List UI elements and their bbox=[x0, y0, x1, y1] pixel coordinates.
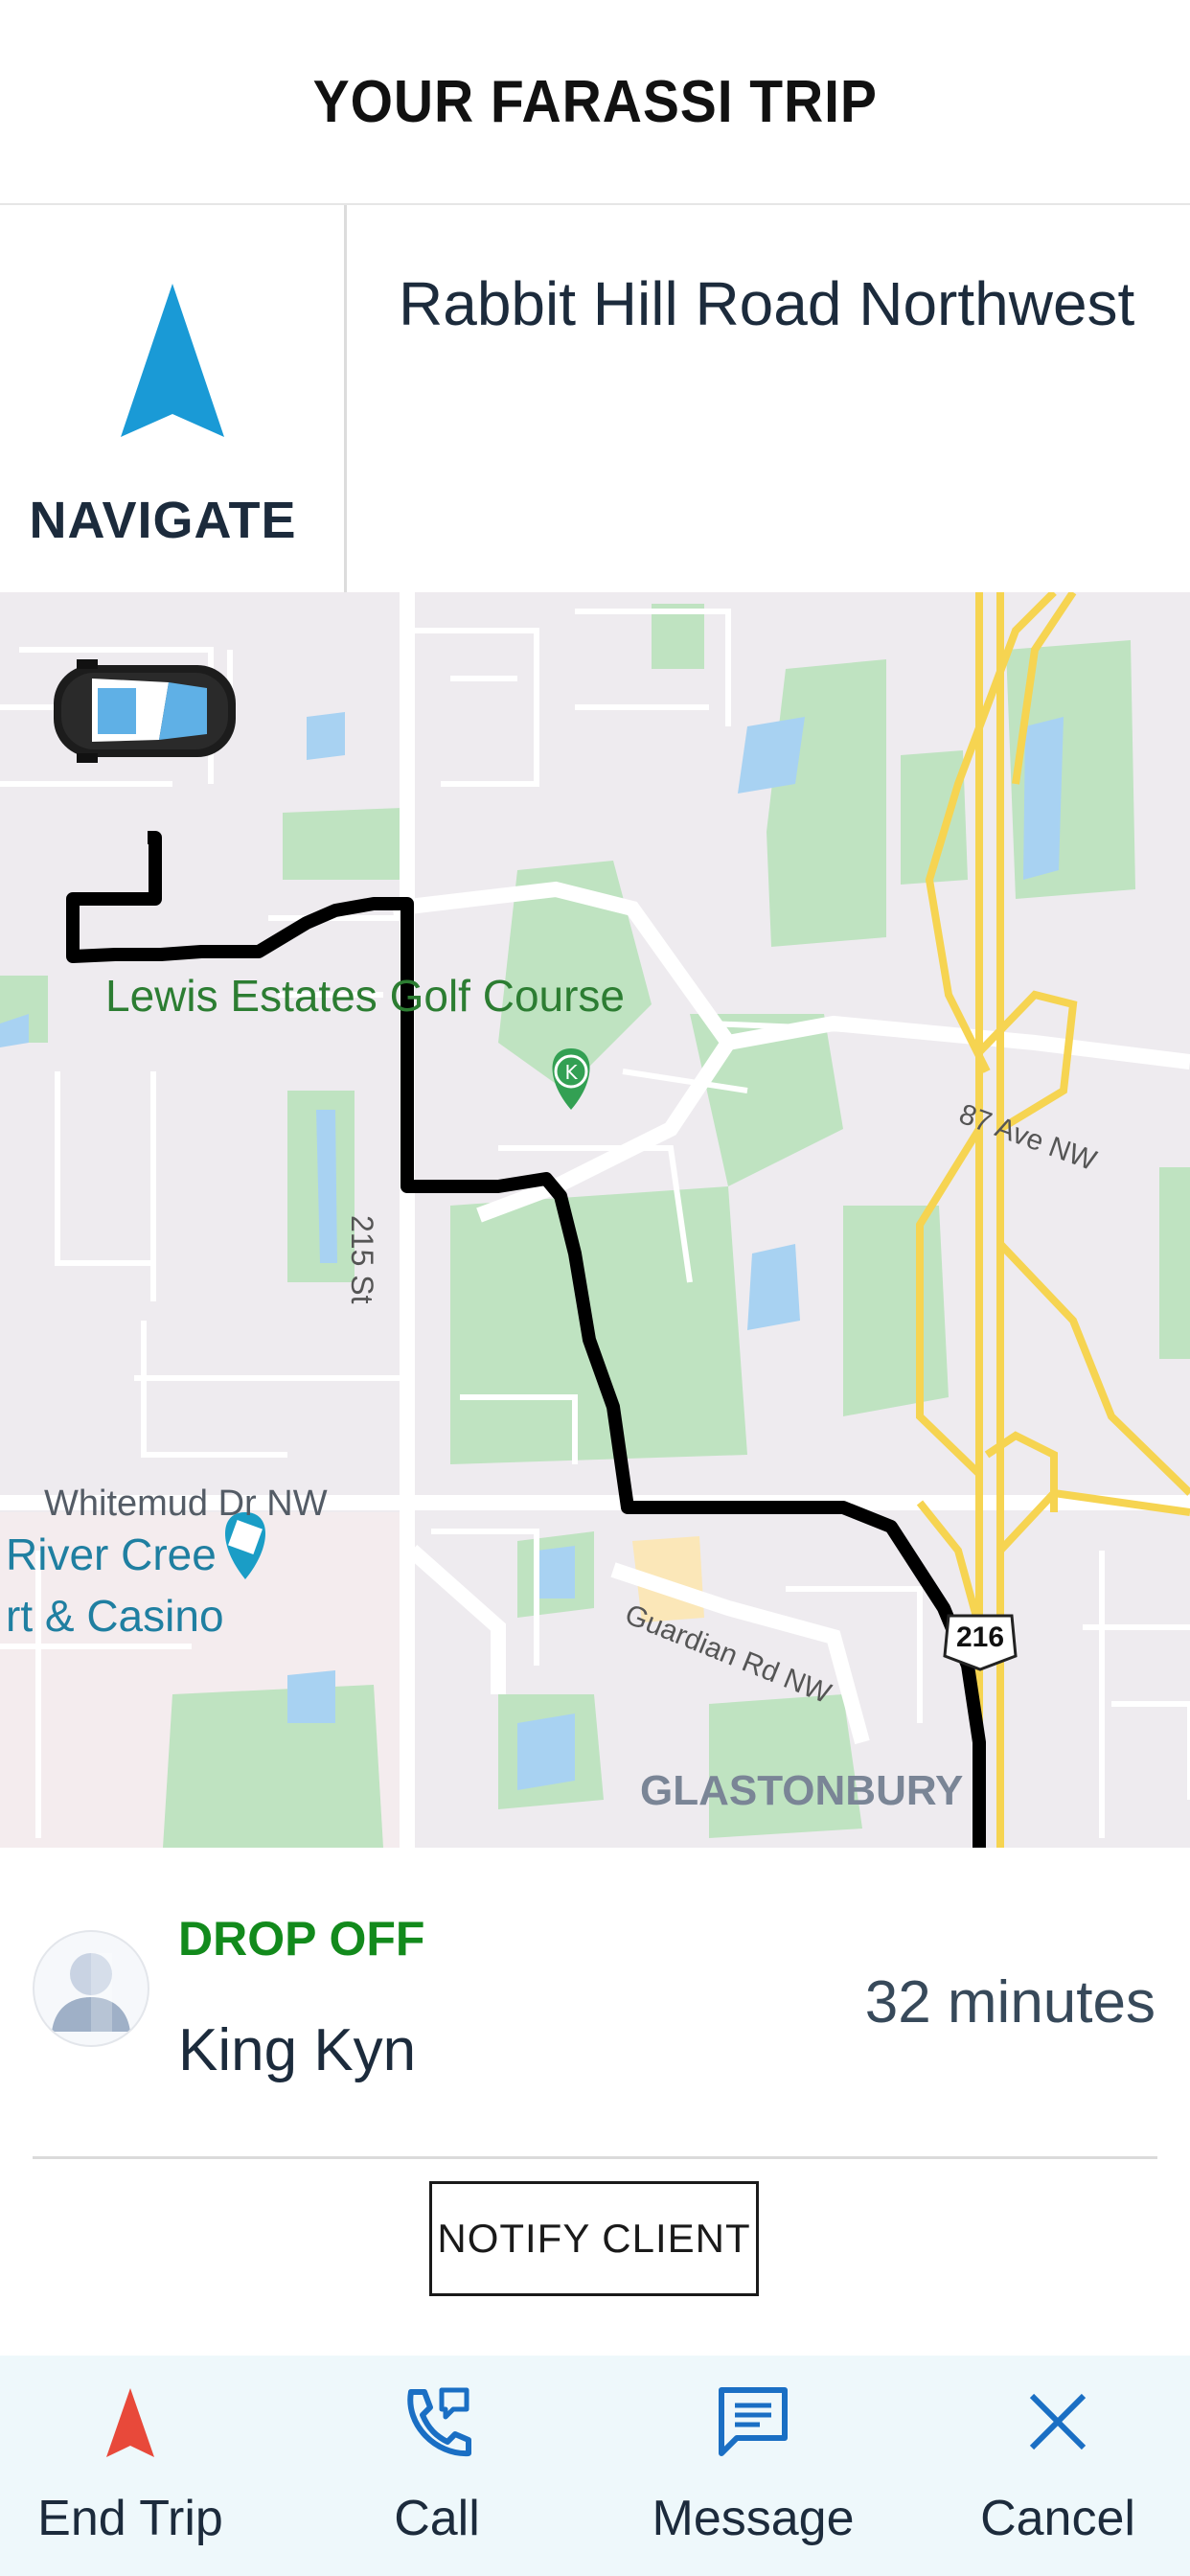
map-label-215-st: 215 St bbox=[345, 1215, 379, 1304]
golf-course-marker-icon: K bbox=[552, 1048, 590, 1110]
message-button[interactable]: Message bbox=[609, 2356, 897, 2576]
client-name: King Kyn bbox=[178, 2017, 417, 2083]
vehicle-marker-icon bbox=[54, 659, 236, 763]
map-label-river-cree: River Cree rt & Casino bbox=[6, 1484, 224, 1646]
end-trip-button[interactable]: End Trip bbox=[0, 2356, 274, 2576]
call-button[interactable]: Call bbox=[293, 2356, 581, 2576]
eta-text: 32 minutes bbox=[864, 1969, 1156, 2036]
page-title: YOUR FARASSI TRIP bbox=[312, 68, 878, 135]
avatar bbox=[33, 1930, 149, 2047]
destination-address: Rabbit Hill Road Northwest bbox=[399, 269, 1135, 338]
map-label-river-cree-line1: River Cree bbox=[6, 1530, 217, 1579]
map-label-river-cree-line2: rt & Casino bbox=[6, 1591, 224, 1641]
route-map[interactable]: K 215 St Lewis Estates Golf Course White… bbox=[0, 592, 1190, 1848]
phone-icon bbox=[407, 2387, 471, 2457]
navigate-label: NAVIGATE bbox=[29, 492, 297, 549]
trip-details-card: DROP OFF King Kyn 32 minutes NOTIFY CLIE… bbox=[0, 1850, 1190, 2354]
cancel-label: Cancel bbox=[980, 2491, 1135, 2546]
message-label: Message bbox=[652, 2491, 855, 2546]
map-canvas: K bbox=[0, 592, 1190, 1848]
app-header: YOUR FARASSI TRIP bbox=[0, 0, 1190, 205]
svg-text:K: K bbox=[564, 1061, 578, 1084]
navigation-arrow-icon bbox=[106, 2388, 154, 2457]
divider bbox=[33, 2156, 1157, 2159]
notify-client-button[interactable]: NOTIFY CLIENT bbox=[429, 2181, 759, 2296]
message-icon bbox=[719, 2387, 788, 2456]
highway-shield-label: 216 bbox=[956, 1622, 1005, 1653]
navigate-button[interactable]: NAVIGATE bbox=[0, 205, 347, 592]
close-icon bbox=[1029, 2393, 1087, 2450]
map-label-glastonbury: GLASTONBURY bbox=[640, 1767, 964, 1814]
call-label: Call bbox=[394, 2491, 480, 2546]
end-trip-label: End Trip bbox=[37, 2491, 223, 2546]
bottom-action-bar: End Trip Call Message Cancel bbox=[0, 2356, 1190, 2576]
trip-status-label: DROP OFF bbox=[178, 1912, 425, 1966]
user-avatar-icon bbox=[52, 1953, 130, 2032]
map-label-golf-course: Lewis Estates Golf Course bbox=[105, 971, 626, 1021]
navigation-arrow-icon bbox=[121, 284, 224, 437]
navigation-panel: NAVIGATE Rabbit Hill Road Northwest bbox=[0, 205, 1190, 592]
cancel-button[interactable]: Cancel bbox=[914, 2356, 1190, 2576]
